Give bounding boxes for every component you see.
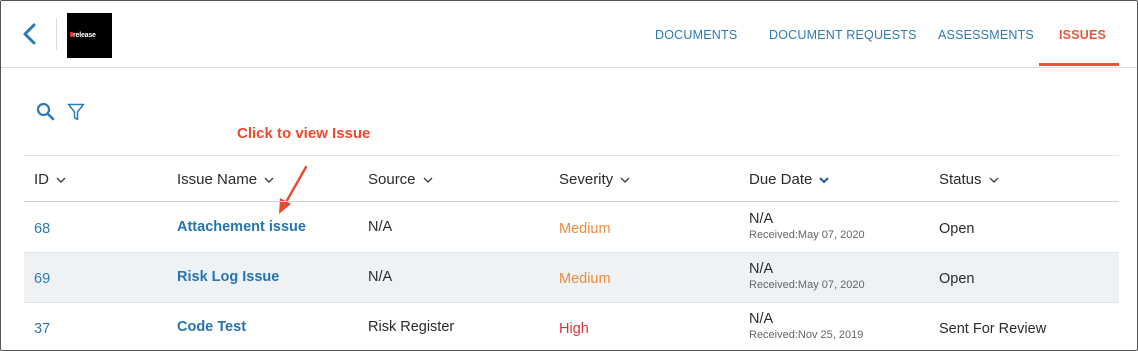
due-date-cell: N/A Received:May 07, 2020	[749, 261, 865, 291]
due-date: N/A	[749, 211, 774, 227]
chevron-down-icon	[819, 177, 830, 184]
tab-documents[interactable]: DOCUMENTS	[655, 28, 737, 42]
table-row[interactable]: 68 Attachement issue N/A Medium N/A Rece…	[24, 203, 1119, 253]
column-label: ID	[34, 171, 49, 188]
due-date: N/A	[749, 311, 774, 327]
annotation-label: Click to view Issue	[237, 125, 371, 142]
severity-label: High	[559, 321, 589, 337]
table-row[interactable]: 69 Risk Log Issue N/A Medium N/A Receive…	[24, 253, 1119, 303]
column-label: Source	[368, 171, 416, 188]
chevron-down-icon	[620, 177, 630, 184]
chevron-down-icon	[423, 177, 433, 184]
due-date-cell: N/A Received:May 07, 2020	[749, 211, 865, 241]
issue-name-link[interactable]: Attachement issue	[177, 219, 306, 235]
top-header: release DOCUMENTS DOCUMENT REQUESTS ASSE…	[1, 1, 1137, 68]
active-tab-indicator	[1039, 63, 1119, 66]
column-header-severity[interactable]: Severity	[559, 171, 630, 188]
due-date: N/A	[749, 261, 774, 277]
severity-label: Medium	[559, 221, 611, 237]
status-label: Open	[939, 221, 975, 237]
tab-assessments[interactable]: ASSESSMENTS	[938, 28, 1034, 42]
issue-source: N/A	[368, 219, 393, 235]
issue-name-link[interactable]: Code Test	[177, 319, 246, 335]
chevron-down-icon	[56, 177, 66, 184]
release-logo[interactable]: release	[67, 13, 112, 58]
issue-id-link[interactable]: 37	[34, 321, 50, 337]
logo-text: release	[73, 32, 96, 39]
received-date: Received:May 07, 2020	[749, 279, 865, 291]
issue-name-link[interactable]: Risk Log Issue	[177, 269, 279, 285]
issue-source: N/A	[368, 269, 393, 285]
column-label: Status	[939, 171, 982, 188]
received-date: Received:Nov 25, 2019	[749, 329, 864, 341]
column-label: Due Date	[749, 171, 813, 188]
due-date-cell: N/A Received:Nov 25, 2019	[749, 311, 863, 341]
severity-label: Medium	[559, 271, 611, 287]
column-label: Severity	[559, 171, 614, 188]
received-date: Received:May 07, 2020	[749, 229, 865, 241]
chevron-down-icon	[264, 177, 274, 184]
header-divider	[56, 18, 57, 50]
status-label: Sent For Review	[939, 321, 1047, 337]
chevron-down-icon	[989, 177, 999, 184]
app-window: release DOCUMENTS DOCUMENT REQUESTS ASSE…	[0, 0, 1138, 351]
table-row[interactable]: 37 Code Test Risk Register High N/A Rece…	[24, 303, 1119, 350]
column-header-id[interactable]: ID	[34, 171, 66, 188]
column-header-issue-name[interactable]: Issue Name	[177, 171, 274, 188]
table-header: ID Issue Name Source Severity Due Date S…	[24, 156, 1119, 202]
column-header-source[interactable]: Source	[368, 171, 433, 188]
tab-document-requests[interactable]: DOCUMENT REQUESTS	[769, 28, 917, 42]
column-label: Issue Name	[177, 171, 258, 188]
issue-source: Risk Register	[368, 319, 455, 335]
status-label: Open	[939, 271, 975, 287]
issue-id-link[interactable]: 68	[34, 221, 50, 237]
column-header-due-date[interactable]: Due Date	[749, 171, 830, 188]
filter-icon[interactable]	[67, 102, 85, 122]
search-icon[interactable]	[36, 102, 56, 122]
tab-issues[interactable]: ISSUES	[1059, 28, 1106, 42]
issue-id-link[interactable]: 69	[34, 271, 50, 287]
column-header-status[interactable]: Status	[939, 171, 999, 188]
chevron-left-icon[interactable]	[21, 22, 41, 46]
